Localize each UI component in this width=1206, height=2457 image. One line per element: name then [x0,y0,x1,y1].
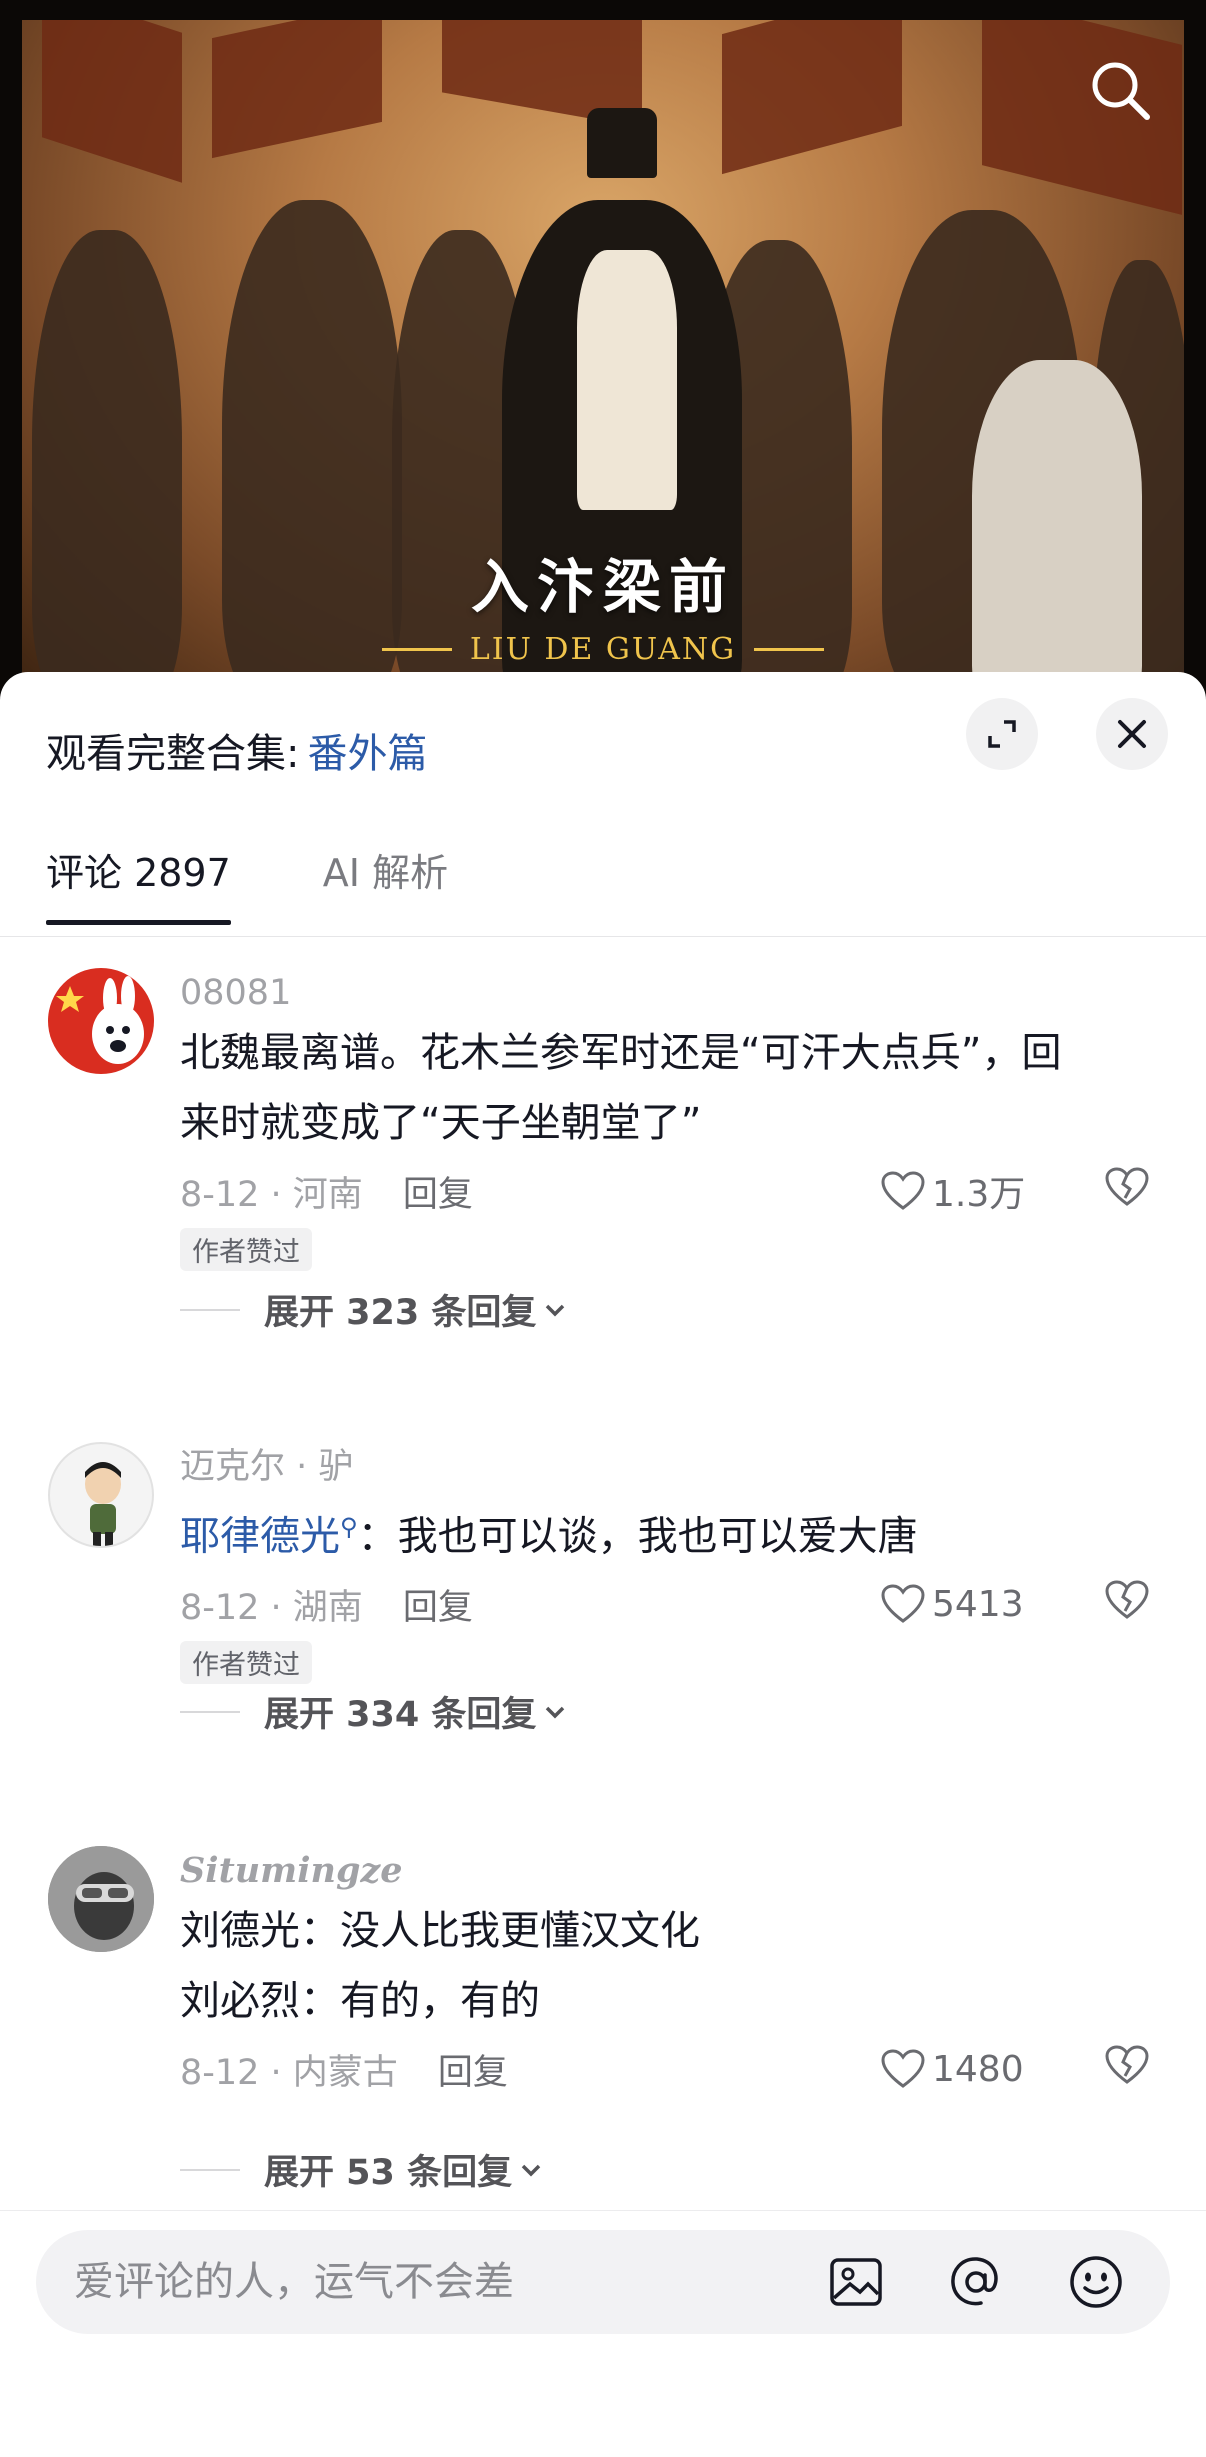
mention-button[interactable] [946,2252,1006,2312]
like-count: 5413 [932,1583,1024,1625]
comment-text-line: ：我也可以谈，我也可以爱大唐 [357,1513,918,1560]
dislike-button[interactable] [1104,1579,1150,1630]
mention-link[interactable]: 耶律德光 [180,1513,340,1559]
expand-replies-button[interactable]: 展开 53 条回复 [180,2144,544,2195]
central-rider-hat [587,108,657,178]
tabs-divider [0,936,1206,937]
divider-dash [180,1308,240,1311]
avatar-image [85,1462,121,1546]
expand-replies-button[interactable]: 展开 334 条回复 [180,1686,568,1737]
rider [32,230,182,700]
avatar[interactable] [48,968,154,1074]
dislike-button[interactable] [1104,1166,1150,1217]
expand-replies-label: 展开 53 条回复 [264,2153,513,2193]
comment-date-location: 8-12 · 湖南 [180,1587,363,1628]
video-player[interactable]: 入汴梁前 LIU DE GUANG [0,0,1206,700]
close-icon [1118,720,1146,748]
comment-text-line: 北魏最离谱。花木兰参军时还是“可汗大点兵”，回 [180,1030,1062,1076]
subtitle-line-left [381,648,452,651]
heart-icon [881,1171,925,1210]
broken-heart-icon [1105,1166,1149,1206]
avatar[interactable] [48,1846,154,1952]
comment-username[interactable]: 08081 [180,968,1160,1018]
emoji-button[interactable] [1066,2252,1126,2312]
video-title: 入汴梁前 [470,553,735,621]
expand-replies-label: 展开 323 条回复 [264,1293,537,1333]
subtitle-line-right [754,648,825,651]
search-icon [1092,62,1150,120]
like-button[interactable]: 1.3万 [880,1165,1025,1217]
tab-ai-analysis[interactable]: AI 解析 [323,842,448,925]
image-icon [830,2258,882,2306]
broken-heart-icon [1105,1580,1149,1619]
banner-flag [42,20,182,183]
comment-meta: 8-12 · 内蒙古 回复 1480 [180,2036,1160,2102]
comment-text: 北魏最离谱。花木兰参军时还是“可汗大点兵”，回 来时就变成了“天子坐朝堂了” [180,1018,1160,1158]
comment-body: Situmingze 刘德光：没人比我更懂汉文化 刘必烈：有的，有的 8-12 … [180,1846,1160,2102]
avatar-image [48,1846,154,1952]
broken-heart-icon [1105,2044,1149,2084]
comment-input-bar [36,2230,1170,2334]
tab-bar: 评论 2897 AI 解析 [46,842,448,925]
reply-button[interactable]: 回复 [403,1166,473,1217]
author-liked-badge: 作者赞过 [180,1228,312,1271]
comment-text-line: 来时就变成了“天子坐朝堂了” [180,1100,702,1146]
expand-replies-label: 展开 334 条回复 [264,1695,537,1735]
video-frame: 入汴梁前 LIU DE GUANG [22,20,1184,700]
tab-comments[interactable]: 评论 2897 [46,842,231,925]
avatar-image [56,976,144,1064]
search-button[interactable] [1082,52,1158,128]
chevron-down-icon [521,2164,541,2176]
like-count: 1.3万 [932,1174,1026,1215]
image-button[interactable] [826,2252,886,2312]
comment-body: 迈克尔 · 驴 耶律德光⚲：我也可以谈，我也可以爱大唐 8-12 · 湖南 回复… [180,1442,1160,1685]
like-count: 1480 [932,2048,1024,2090]
like-button[interactable]: 5413 [880,1583,1024,1625]
comment-body: 08081 北魏最离谱。花木兰参军时还是“可汗大点兵”，回 来时就变成了“天子坐… [180,968,1160,1271]
expand-icon [988,720,1016,748]
divider-dash [180,2168,240,2171]
like-button[interactable]: 1480 [880,2048,1024,2090]
chevron-down-icon [546,1304,565,1316]
comment-username[interactable]: Situmingze [180,1846,1160,1896]
comment-date-location: 8-12 · 河南 [180,1174,363,1215]
comment-username[interactable]: 迈克尔 · 驴 [180,1442,1160,1492]
close-button[interactable] [1096,698,1168,770]
divider-dash [180,1710,240,1713]
chevron-down-icon [546,1706,565,1718]
heart-icon [881,2049,925,2088]
central-rider-robe [577,250,677,510]
video-subtitle-row: LIU DE GUANG [22,632,1184,667]
reply-button[interactable]: 回复 [438,2044,508,2095]
comment-text: 刘德光：没人比我更懂汉文化 刘必烈：有的，有的 [180,1896,1160,2036]
dislike-button[interactable] [1104,2044,1150,2095]
comment-text: 耶律德光⚲：我也可以谈，我也可以爱大唐 [180,1492,1160,1571]
video-subtitle: LIU DE GUANG [469,632,737,667]
collection-link[interactable]: 番外篇 [307,721,427,779]
comment-text-line: 刘德光：没人比我更懂汉文化 [180,1908,700,1954]
expand-replies-button[interactable]: 展开 323 条回复 [180,1284,568,1335]
comment-date-location: 8-12 · 内蒙古 [180,2052,398,2093]
reply-button[interactable]: 回复 [403,1579,473,1630]
comment-sheet: 观看完整合集: 番外篇 评论 2897 AI 解析 08081 北魏最离谱。花木… [0,672,1206,2457]
banner-flag [722,20,902,175]
search-small-icon: ⚲ [340,1513,358,1541]
comment-meta: 8-12 · 湖南 回复 5413 [180,1571,1160,1637]
avatar[interactable] [48,1442,154,1548]
comment-text-line: 刘必烈：有的，有的 [180,1978,540,2024]
author-liked-badge: 作者赞过 [180,1641,312,1685]
collection-row: 观看完整合集: 番外篇 [46,720,427,780]
at-icon [951,2257,998,2306]
heart-icon [881,1584,925,1624]
input-divider [0,2210,1206,2211]
rider [222,200,402,700]
comment-input[interactable] [72,2230,812,2334]
fullscreen-button[interactable] [966,698,1038,770]
collection-label: 观看完整合集: [46,731,300,777]
banner-flag [212,20,382,159]
comment-meta: 8-12 · 河南 回复 1.3万 [180,1158,1160,1224]
emoji-icon [1070,2256,1122,2308]
